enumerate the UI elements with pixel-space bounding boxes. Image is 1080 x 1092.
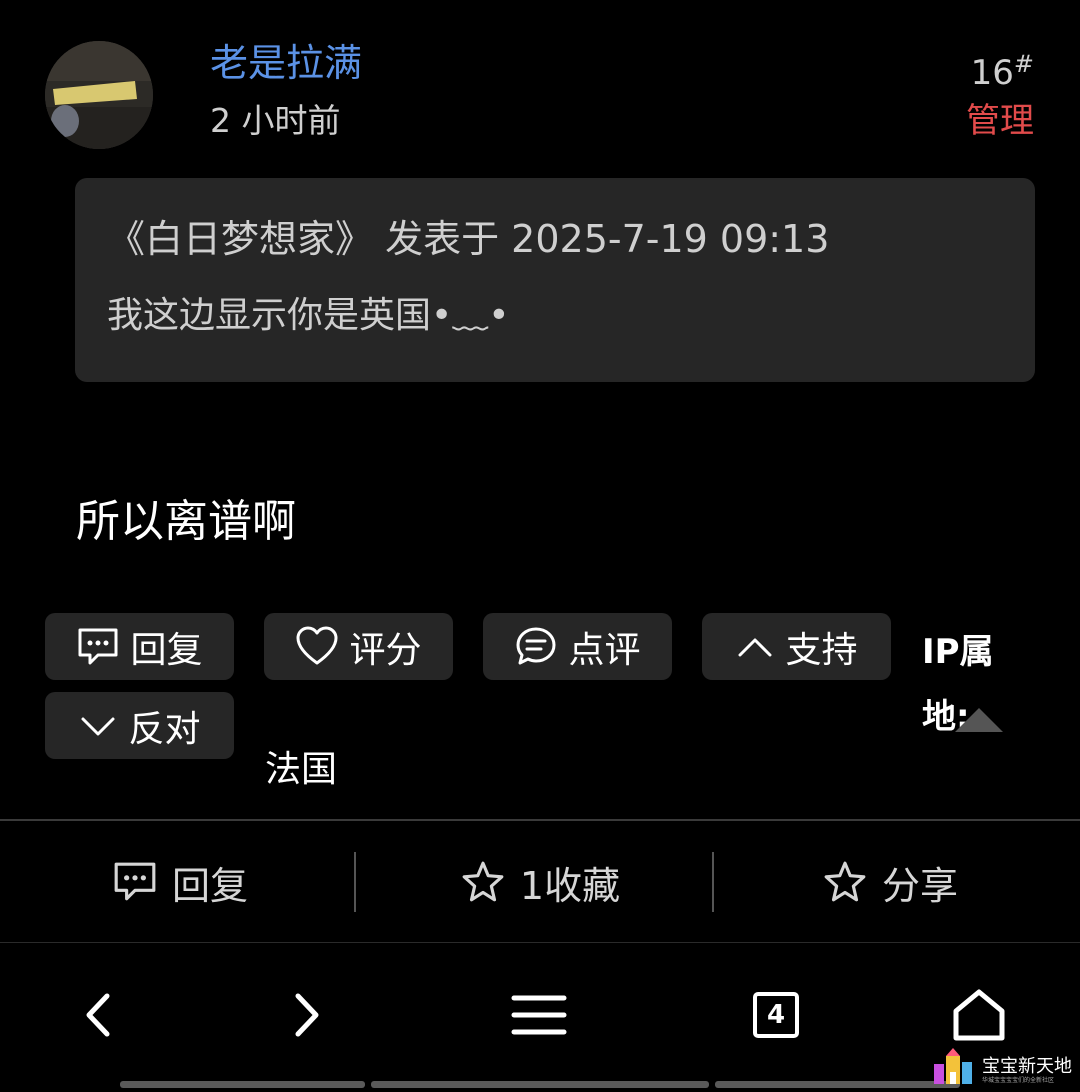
- share-label: 分享: [881, 863, 958, 908]
- floor-number-value: 16: [970, 53, 1014, 93]
- post-time: 2 小时前: [210, 101, 341, 140]
- scroll-indicator: [371, 1081, 709, 1088]
- comment-button-label: 点评: [568, 629, 641, 671]
- tabs-icon: 4: [753, 992, 799, 1038]
- menu-button[interactable]: [479, 960, 599, 1070]
- watermark-subtext: 华城宝宝宝宝们的全新社区: [982, 1077, 1055, 1084]
- quote-text: 我这边显示你是英国•﹏•: [107, 295, 510, 336]
- rate-button-label: 评分: [349, 629, 422, 671]
- action-reply-label: 回复: [171, 863, 248, 908]
- watermark-logo: 宝宝新天地 华城宝宝宝宝们的全新社区: [930, 1048, 1080, 1088]
- heart-icon: [296, 626, 338, 664]
- quote-source[interactable]: 《白日梦想家》 发表于 2025-7-19 09:13: [107, 220, 829, 258]
- scroll-indicator: [715, 1081, 960, 1088]
- chevron-down-icon: [81, 717, 115, 735]
- comment-button[interactable]: 点评: [483, 613, 672, 680]
- chat-bubble-icon: [114, 862, 156, 901]
- menu-icon: [511, 995, 567, 1035]
- username[interactable]: 老是拉满: [210, 44, 362, 82]
- favorite-button[interactable]: 1收藏: [410, 822, 670, 942]
- divider: [0, 819, 1080, 821]
- back-icon: [86, 993, 110, 1037]
- forward-icon: [295, 993, 319, 1037]
- ip-marker: [955, 708, 1003, 732]
- comment-icon: [516, 627, 556, 664]
- share-button[interactable]: 分享: [770, 822, 1010, 942]
- post-content: 所以离谱啊: [76, 496, 296, 547]
- tab-count: 4: [766, 1000, 786, 1030]
- oppose-button[interactable]: 反对: [45, 692, 234, 759]
- divider: [0, 942, 1080, 943]
- post-action-bar: 回复 1收藏 分享: [0, 822, 1080, 942]
- support-button[interactable]: 支持: [702, 613, 891, 680]
- reply-button[interactable]: 回复: [45, 613, 234, 680]
- oppose-button-label: 反对: [128, 708, 201, 750]
- tabs-button[interactable]: 4: [716, 960, 836, 1070]
- star-icon: [462, 861, 504, 902]
- avatar[interactable]: [45, 41, 153, 149]
- admin-link[interactable]: 管理: [966, 104, 1034, 138]
- separator: [712, 852, 714, 912]
- rate-button[interactable]: 评分: [264, 613, 453, 680]
- floor-number: 16#: [970, 52, 1034, 93]
- avatar-image: [45, 41, 153, 149]
- quote-box: [75, 178, 1035, 382]
- star-icon: [824, 861, 866, 902]
- chat-bubble-icon: [78, 628, 118, 664]
- browser-nav-bar: 4: [0, 960, 1080, 1070]
- home-icon: [953, 989, 1005, 1041]
- back-button[interactable]: [40, 960, 160, 1070]
- reply-button-label: 回复: [130, 629, 203, 671]
- castle-logo-icon: [934, 1048, 972, 1084]
- forward-button[interactable]: [245, 960, 365, 1070]
- ip-location-value: 法国: [265, 749, 338, 790]
- action-reply-button[interactable]: 回复: [60, 822, 300, 942]
- separator: [354, 852, 356, 912]
- chevron-up-icon: [738, 638, 772, 656]
- scroll-indicator: [120, 1081, 365, 1088]
- favorite-label: 1收藏: [519, 863, 621, 908]
- floor-mark: #: [1013, 50, 1034, 78]
- support-button-label: 支持: [785, 629, 858, 671]
